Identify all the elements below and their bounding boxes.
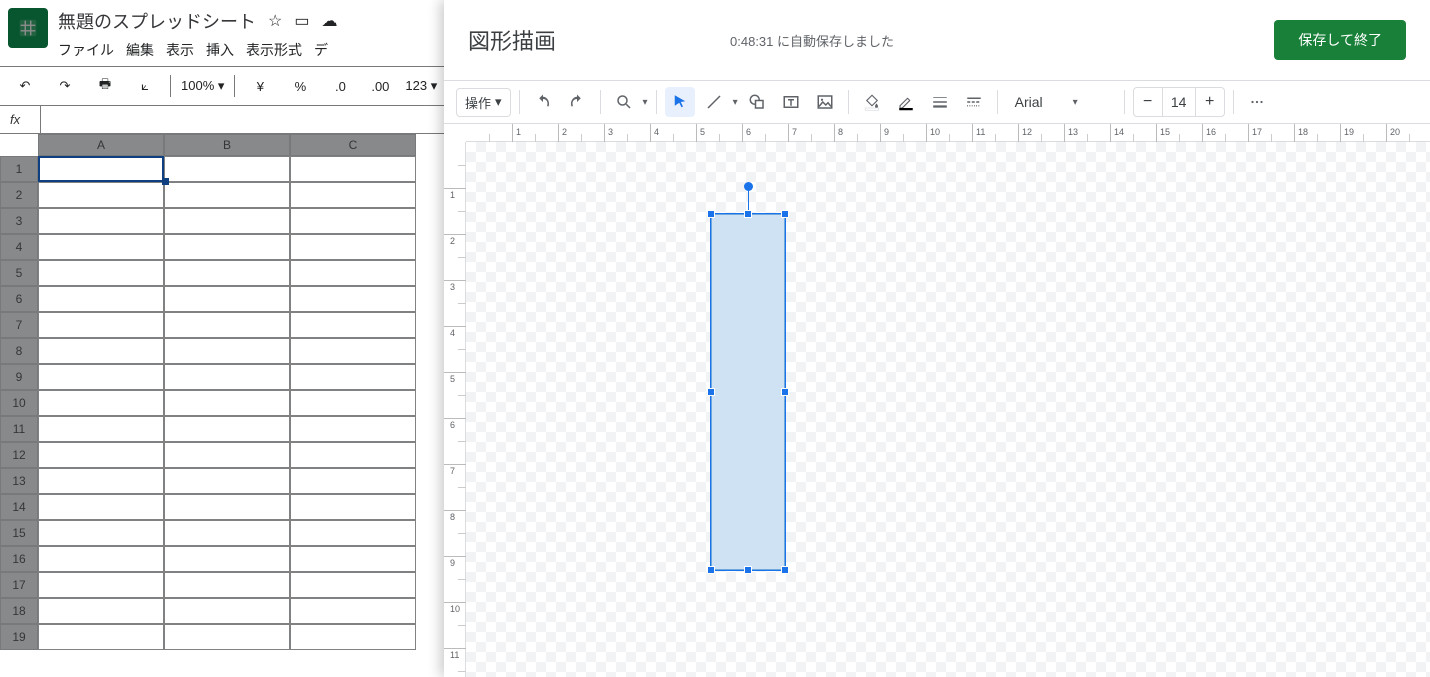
- resize-handle[interactable]: [744, 210, 752, 218]
- font-size-increase[interactable]: +: [1196, 88, 1224, 116]
- actions-menu[interactable]: 操作▾: [456, 88, 511, 117]
- drawing-dialog: 図形描画 0:48:31 に自動保存しました 保存して終了 操作▾ ▾ ▾ Ar…: [444, 0, 1430, 677]
- resize-handle[interactable]: [781, 566, 789, 574]
- selection-outline: [710, 213, 786, 571]
- shape-tool[interactable]: [742, 87, 772, 117]
- font-size-control: − +: [1133, 87, 1225, 117]
- undo-button[interactable]: [528, 87, 558, 117]
- font-size-decrease[interactable]: −: [1134, 88, 1162, 116]
- autosave-status: 0:48:31 に自動保存しました: [580, 31, 1250, 50]
- textbox-tool[interactable]: [776, 87, 806, 117]
- more-options-button[interactable]: [1242, 87, 1272, 117]
- font-family-select[interactable]: Arial▾: [1006, 89, 1116, 115]
- resize-handle[interactable]: [707, 388, 715, 396]
- border-dash-button[interactable]: [959, 87, 989, 117]
- dialog-title: 図形描画: [468, 24, 556, 56]
- redo-button[interactable]: [562, 87, 592, 117]
- resize-handle[interactable]: [781, 210, 789, 218]
- image-tool[interactable]: [810, 87, 840, 117]
- resize-handle[interactable]: [707, 210, 715, 218]
- resize-handle[interactable]: [707, 566, 715, 574]
- line-tool[interactable]: [699, 87, 729, 117]
- vertical-ruler: 1234567891011121314: [444, 142, 466, 677]
- border-weight-button[interactable]: [925, 87, 955, 117]
- canvas-area: 1234567891011121314151617181920212223242…: [444, 124, 1430, 677]
- save-and-close-button[interactable]: 保存して終了: [1274, 20, 1406, 60]
- resize-handle[interactable]: [744, 566, 752, 574]
- drawing-canvas[interactable]: [466, 142, 1430, 677]
- drawing-toolbar: 操作▾ ▾ ▾ Arial▾ − +: [444, 80, 1430, 124]
- horizontal-ruler: 1234567891011121314151617181920212223242…: [466, 124, 1430, 142]
- resize-handle[interactable]: [781, 388, 789, 396]
- font-size-input[interactable]: [1162, 88, 1196, 116]
- fill-color-button[interactable]: [857, 87, 887, 117]
- border-color-button[interactable]: [891, 87, 921, 117]
- zoom-button[interactable]: [609, 87, 639, 117]
- rotation-handle[interactable]: [744, 182, 753, 191]
- select-tool[interactable]: [665, 87, 695, 117]
